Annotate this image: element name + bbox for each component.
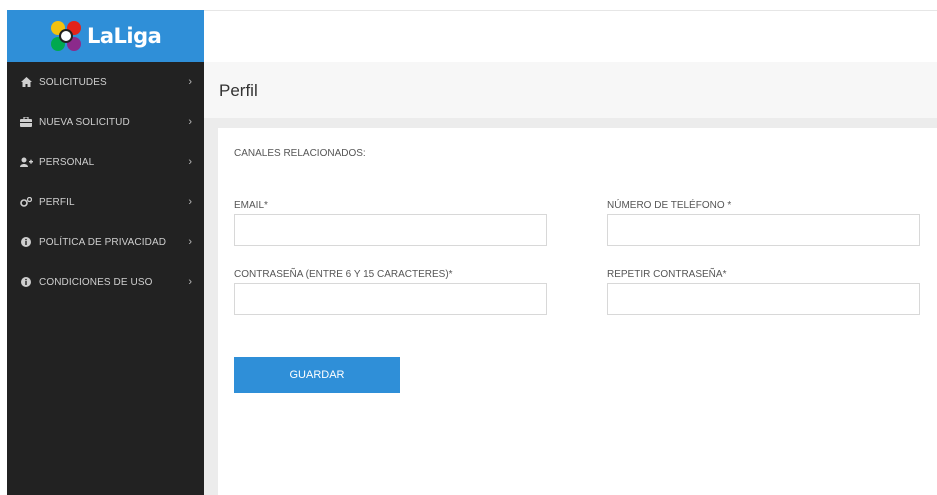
save-button[interactable]: GUARDAR xyxy=(234,357,400,393)
sidebar-item-label: PERFIL xyxy=(39,196,75,208)
sidebar-item-condiciones-uso[interactable]: CONDICIONES DE USO › xyxy=(7,262,204,302)
divider-band xyxy=(204,118,937,128)
password-label: CONTRASEÑA (ENTRE 6 Y 15 CARACTERES)* xyxy=(234,269,453,280)
sidebar-item-label: CONDICIONES DE USO xyxy=(39,276,153,288)
sidebar-item-politica-privacidad[interactable]: POLÍTICA DE PRIVACIDAD › xyxy=(7,222,204,262)
chevron-right-icon: › xyxy=(188,236,192,248)
user-plus-icon xyxy=(19,157,33,167)
laliga-logo[interactable]: LaLiga xyxy=(7,10,204,62)
cogs-icon xyxy=(19,197,33,207)
repeat-password-field[interactable] xyxy=(607,283,920,315)
sidebar-item-nueva-solicitud[interactable]: NUEVA SOLICITUD › xyxy=(7,102,204,142)
email-label: EMAIL* xyxy=(234,200,268,211)
sidebar-item-perfil[interactable]: PERFIL › xyxy=(7,182,204,222)
page-header: Perfil xyxy=(204,62,937,118)
password-field[interactable] xyxy=(234,283,547,315)
phone-label: NÚMERO DE TELÉFONO * xyxy=(607,200,732,211)
home-icon xyxy=(19,77,33,87)
logo-text: LaLiga xyxy=(87,24,162,48)
chevron-right-icon: › xyxy=(188,156,192,168)
chevron-right-icon: › xyxy=(188,76,192,88)
info-circle-icon xyxy=(19,237,33,247)
email-field[interactable] xyxy=(234,214,547,246)
page-title: Perfil xyxy=(219,81,258,100)
content-gutter xyxy=(204,128,218,495)
top-bar xyxy=(204,10,937,62)
section-title: CANALES RELACIONADOS: xyxy=(234,148,366,159)
sidebar-item-solicitudes[interactable]: SOLICITUDES › xyxy=(7,62,204,102)
sidebar-menu: SOLICITUDES › NUEVA SOLICITUD › PERSONAL… xyxy=(7,62,204,302)
chevron-right-icon: › xyxy=(188,276,192,288)
profile-form: CANALES RELACIONADOS: EMAIL* NÚMERO DE T… xyxy=(218,128,937,495)
sidebar-item-label: POLÍTICA DE PRIVACIDAD xyxy=(39,236,167,248)
chevron-right-icon: › xyxy=(188,116,192,128)
repeat-password-label: REPETIR CONTRASEÑA* xyxy=(607,269,727,280)
chevron-right-icon: › xyxy=(188,196,192,208)
phone-field[interactable] xyxy=(607,214,920,246)
sidebar-item-label: SOLICITUDES xyxy=(39,76,107,88)
sidebar-item-label: PERSONAL xyxy=(39,156,95,168)
briefcase-icon xyxy=(19,117,33,127)
sidebar-item-personal[interactable]: PERSONAL › xyxy=(7,142,204,182)
laliga-logo-icon xyxy=(51,21,81,51)
sidebar-item-label: NUEVA SOLICITUD xyxy=(39,116,130,128)
sidebar: LaLiga SOLICITUDES › NUEVA SOLICITUD › P… xyxy=(7,10,204,495)
info-circle-icon xyxy=(19,277,33,287)
